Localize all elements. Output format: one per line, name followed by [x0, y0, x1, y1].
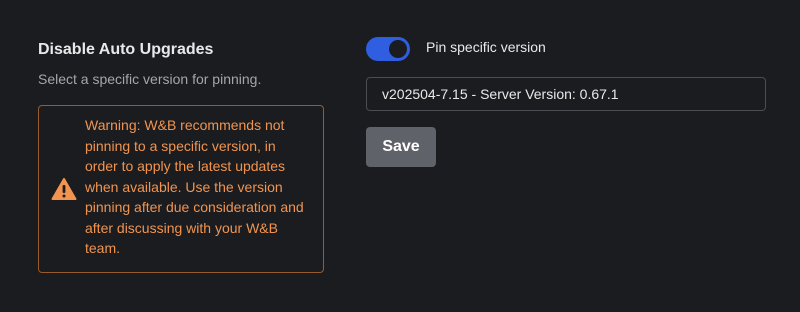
pin-version-label: Pin specific version: [426, 39, 546, 55]
pinning-controls: Pin specific version v202504-7.15 - Serv…: [366, 36, 766, 167]
pin-toggle-row: Pin specific version: [366, 36, 766, 62]
auto-upgrades-section: Disable Auto Upgrades Select a specific …: [38, 38, 328, 273]
settings-page: Disable Auto Upgrades Select a specific …: [0, 0, 800, 312]
save-button[interactable]: Save: [366, 127, 436, 167]
pin-version-toggle[interactable]: [366, 37, 410, 61]
toggle-knob: [389, 40, 407, 58]
warning-text: Warning: W&B recommends not pinning to a…: [85, 116, 304, 257]
warning-callout: Warning: W&B recommends not pinning to a…: [38, 105, 324, 273]
version-select[interactable]: v202504-7.15 - Server Version: 0.67.1: [366, 77, 766, 111]
section-title: Disable Auto Upgrades: [38, 41, 214, 58]
section-subtitle: Select a specific version for pinning.: [38, 71, 262, 87]
warning-triangle-icon: [51, 176, 77, 202]
